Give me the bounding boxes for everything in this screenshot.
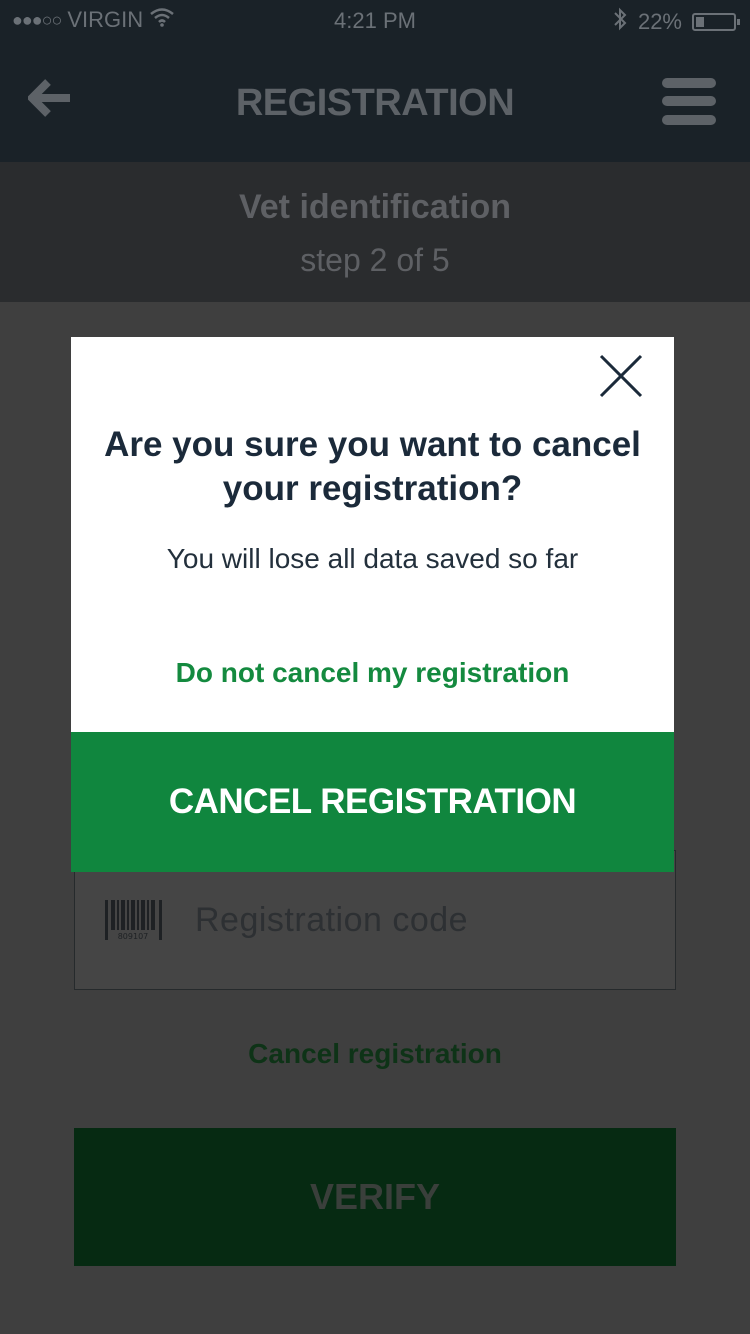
- close-icon[interactable]: [598, 353, 644, 399]
- dialog-title: Are you sure you want to cancel your reg…: [104, 425, 641, 508]
- barcode-icon: 809107: [105, 900, 163, 941]
- hamburger-menu-icon[interactable]: [662, 78, 716, 126]
- battery-icon: [692, 13, 740, 31]
- bluetooth-icon: [612, 7, 628, 37]
- step-header: Vet identification step 2 of 5: [0, 162, 750, 302]
- cancel-registration-button[interactable]: CANCEL REGISTRATION: [71, 732, 674, 872]
- barcode-digits: 809107: [118, 932, 149, 940]
- registration-code-placeholder: Registration code: [195, 900, 469, 939]
- status-bar: ●●●○○ VIRGIN 4:21 PM 22%: [0, 0, 750, 40]
- keep-registration-link[interactable]: Do not cancel my registration: [91, 657, 654, 689]
- dialog-message: You will lose all data saved so far: [166, 543, 579, 574]
- battery-percent: 22%: [637, 9, 682, 34]
- cancel-confirmation-dialog: Are you sure you want to cancel your reg…: [71, 337, 674, 872]
- step-progress: step 2 of 5: [300, 242, 450, 278]
- cancel-registration-link[interactable]: Cancel registration: [0, 1038, 750, 1070]
- nav-bar: REGISTRATION: [0, 40, 750, 162]
- page-title: REGISTRATION: [235, 82, 515, 124]
- verify-button[interactable]: VERIFY: [74, 1128, 676, 1266]
- step-title: Vet identification: [238, 188, 512, 226]
